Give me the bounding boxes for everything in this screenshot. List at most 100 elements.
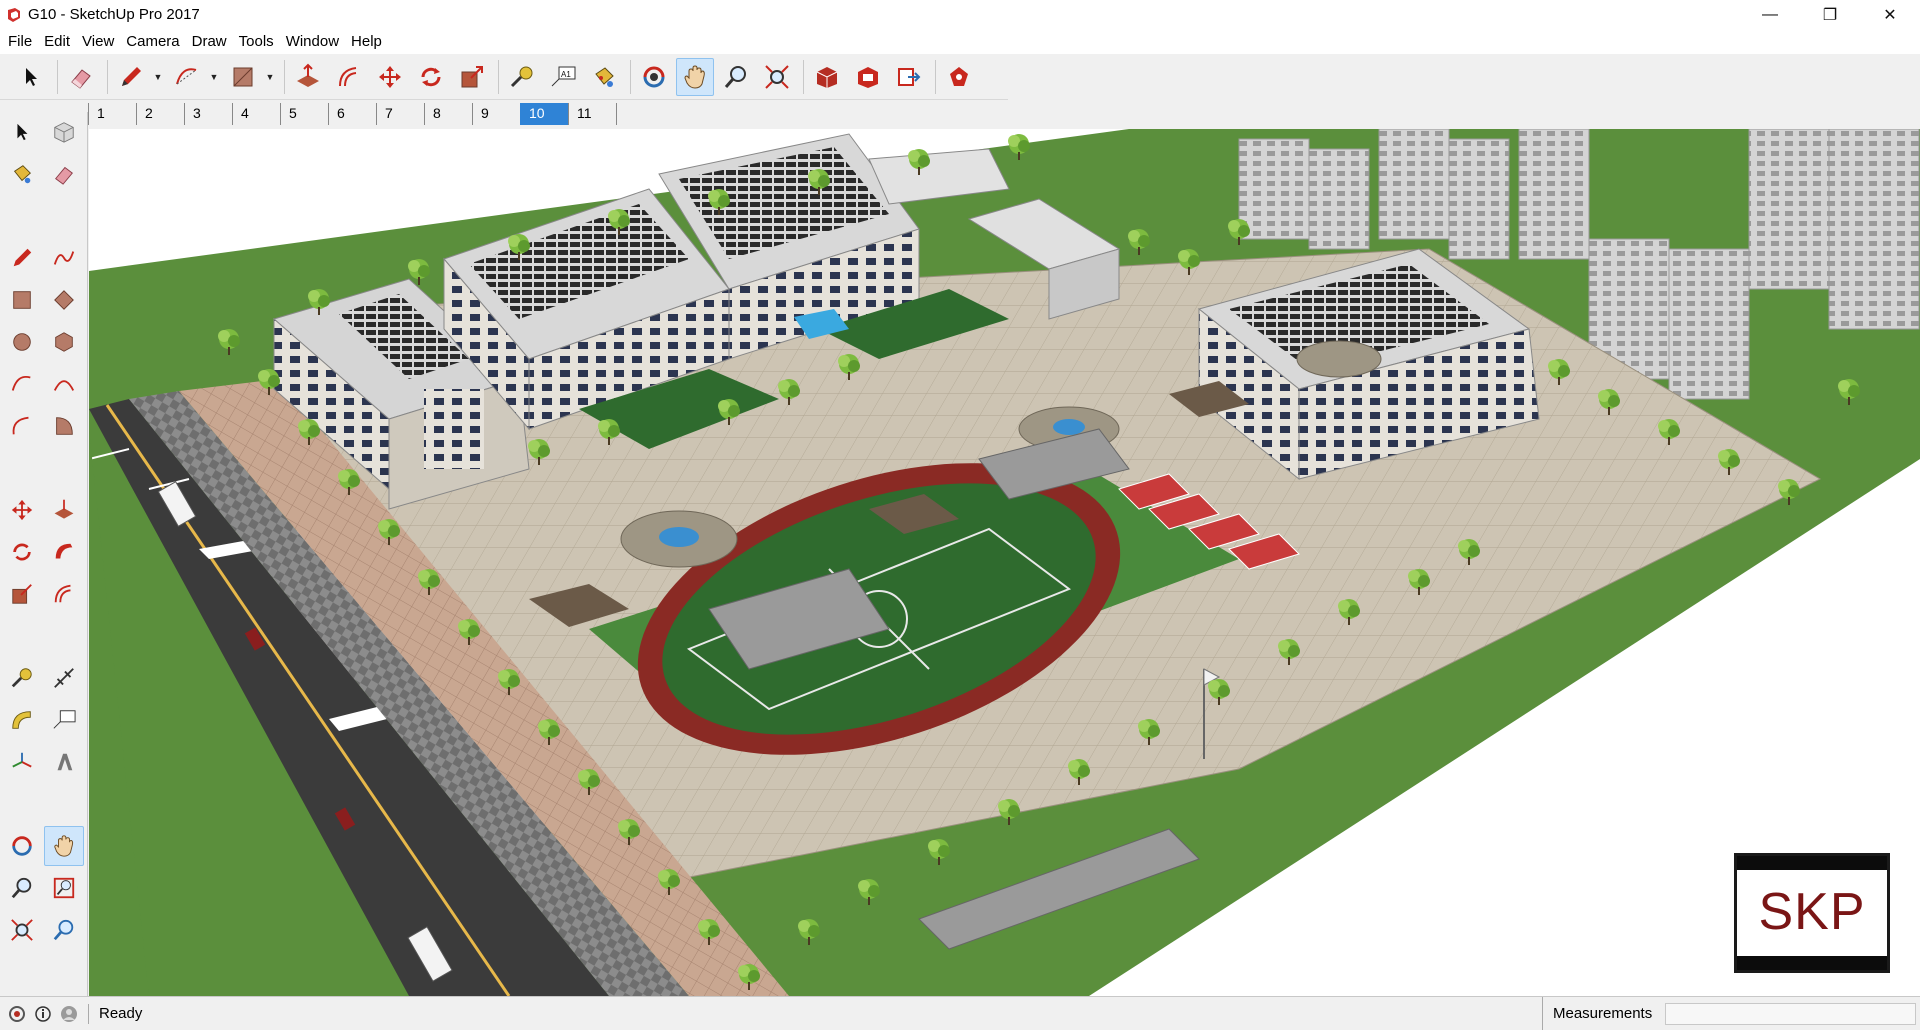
left-protractor-button[interactable] — [2, 700, 42, 740]
scene-tab-11[interactable]: 11 — [568, 103, 616, 125]
left-3-point-arc-button[interactable] — [2, 406, 42, 446]
select-tool-button[interactable] — [12, 58, 50, 96]
user-account-icon[interactable] — [60, 1005, 78, 1023]
left-make-component-button[interactable] — [44, 112, 84, 152]
scene-tab-1[interactable]: 1 — [88, 103, 136, 125]
scene-tab-7[interactable]: 7 — [376, 103, 424, 125]
send-to-layout-button[interactable] — [890, 58, 928, 96]
menu-camera[interactable]: Camera — [120, 33, 185, 50]
left-rectangle-button[interactable] — [2, 280, 42, 320]
pencil-icon — [13, 248, 32, 267]
left-axes-button[interactable] — [2, 742, 42, 782]
arc-dropdown-caret[interactable]: ▼ — [207, 58, 221, 96]
left-paint-bucket-button[interactable] — [2, 154, 42, 194]
previous-view-icon — [53, 919, 74, 941]
left-arc-button[interactable] — [2, 364, 42, 404]
menu-draw[interactable]: Draw — [186, 33, 233, 50]
scale-tool-button[interactable] — [453, 58, 491, 96]
extension-manager-button[interactable] — [940, 58, 978, 96]
eraser-icon — [55, 166, 73, 185]
zoom-extents-icon — [765, 64, 789, 89]
tape-measure-icon — [11, 668, 32, 688]
arc-tool-button[interactable] — [168, 58, 206, 96]
pencil-icon — [122, 66, 141, 86]
component-icon — [54, 122, 74, 143]
left-scale-button[interactable] — [2, 574, 42, 614]
credits-info-icon[interactable] — [34, 1005, 52, 1023]
geo-location-icon[interactable] — [8, 1005, 26, 1023]
left-rotated-rectangle-button[interactable] — [44, 280, 84, 320]
tape-measure-tool-button[interactable] — [503, 58, 541, 96]
left-pan-button[interactable] — [44, 826, 84, 866]
left-circle-button[interactable] — [2, 322, 42, 362]
left-move-button[interactable] — [2, 490, 42, 530]
palette-gap — [2, 448, 86, 456]
line-dropdown-caret[interactable]: ▼ — [151, 58, 165, 96]
left-rotate-button[interactable] — [2, 532, 42, 572]
scene-tab-4[interactable]: 4 — [232, 103, 280, 125]
left-dimension-button[interactable] — [44, 658, 84, 698]
palette-gap — [2, 952, 86, 960]
menu-edit[interactable]: Edit — [38, 33, 76, 50]
offset-tool-button[interactable] — [330, 58, 368, 96]
left-push-pull-button[interactable] — [44, 490, 84, 530]
left-tape-measure-button[interactable] — [2, 658, 42, 698]
left-zoom-extents-button[interactable] — [2, 910, 42, 950]
svg-text:A1: A1 — [561, 70, 571, 79]
rectangle-tool-button[interactable] — [224, 58, 262, 96]
zoom-tool-button[interactable] — [717, 58, 755, 96]
scene-tab-8[interactable]: 8 — [424, 103, 472, 125]
left-zoom-button[interactable] — [2, 868, 42, 908]
left-offset-button[interactable] — [44, 574, 84, 614]
left-3d-text-button[interactable] — [44, 742, 84, 782]
left-freehand-button[interactable] — [44, 238, 84, 278]
scene-tab-6[interactable]: 6 — [328, 103, 376, 125]
menu-file[interactable]: File — [2, 33, 38, 50]
text-tool-button[interactable]: A1 — [544, 58, 582, 96]
zoom-window-icon — [53, 877, 75, 899]
push-pull-tool-button[interactable] — [289, 58, 327, 96]
orbit-tool-button[interactable] — [635, 58, 673, 96]
extension-warehouse-button[interactable] — [849, 58, 887, 96]
close-button[interactable]: ✕ — [1860, 0, 1920, 29]
rotate-tool-button[interactable] — [412, 58, 450, 96]
menu-help[interactable]: Help — [345, 33, 388, 50]
toolbar-separator — [803, 59, 804, 94]
left-orbit-button[interactable] — [2, 826, 42, 866]
left-select-button[interactable] — [2, 112, 42, 152]
rectangle-dropdown-caret[interactable]: ▼ — [263, 58, 277, 96]
paint-bucket-tool-button[interactable] — [585, 58, 623, 96]
left-previous-view-button[interactable] — [44, 910, 84, 950]
maximize-button[interactable]: ❐ — [1800, 0, 1860, 29]
move-tool-button[interactable] — [371, 58, 409, 96]
eraser-tool-button[interactable] — [62, 58, 100, 96]
left-2-point-arc-button[interactable] — [44, 364, 84, 404]
scene-tab-9[interactable]: 9 — [472, 103, 520, 125]
circle-icon — [13, 333, 31, 351]
scene-tab-3[interactable]: 3 — [184, 103, 232, 125]
menu-tools[interactable]: Tools — [233, 33, 280, 50]
scene-tab-5[interactable]: 5 — [280, 103, 328, 125]
3d-warehouse-button[interactable] — [808, 58, 846, 96]
drawing-viewport[interactable]: SKP — [89, 129, 1920, 996]
line-tool-button[interactable] — [112, 58, 150, 96]
magnifier-icon — [724, 65, 746, 88]
left-line-button[interactable] — [2, 238, 42, 278]
pan-tool-button[interactable] — [676, 57, 714, 96]
scene-tab-10[interactable]: 10 — [520, 103, 568, 125]
large-tool-set — [0, 112, 88, 1025]
measurements-input[interactable] — [1665, 1003, 1916, 1025]
menu-view[interactable]: View — [76, 33, 120, 50]
sketchup-logo-icon — [8, 7, 20, 22]
zoom-extents-tool-button[interactable] — [758, 58, 796, 96]
minimize-button[interactable]: — — [1740, 0, 1800, 29]
menu-window[interactable]: Window — [280, 33, 345, 50]
left-follow-me-button[interactable] — [44, 532, 84, 572]
left-text-button[interactable] — [44, 700, 84, 740]
scene-tab-2[interactable]: 2 — [136, 103, 184, 125]
left-zoom-window-button[interactable] — [44, 868, 84, 908]
orbit-icon — [643, 66, 665, 87]
left-polygon-button[interactable] — [44, 322, 84, 362]
left-eraser-button[interactable] — [44, 154, 84, 194]
left-pie-button[interactable] — [44, 406, 84, 446]
